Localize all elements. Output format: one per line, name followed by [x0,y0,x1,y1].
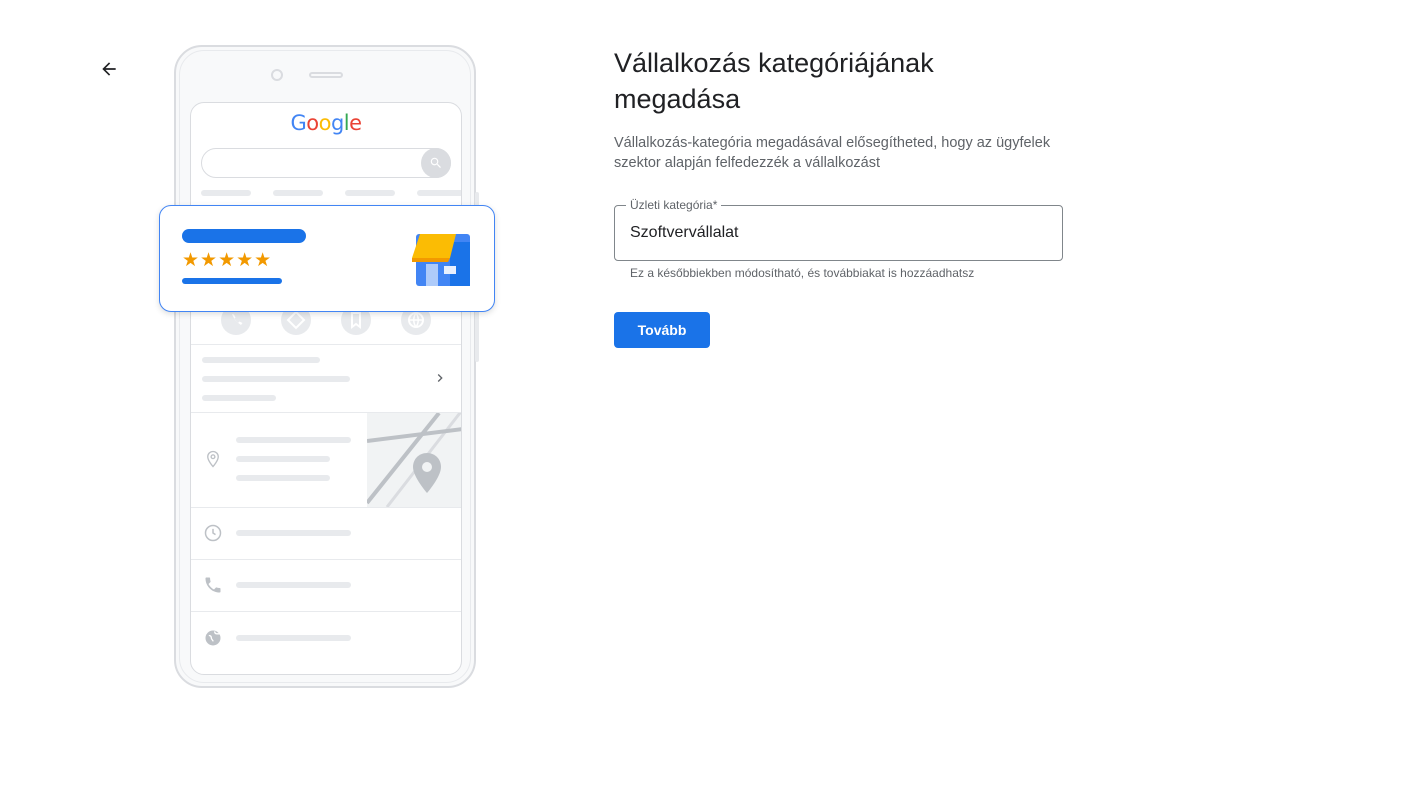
page-title: Vállalkozás kategóriájának megadása [614,48,934,114]
field-helper-text: Ez a későbbiekben módosítható, és tovább… [630,266,975,280]
arrow-back-icon [102,62,116,76]
divider [191,611,461,612]
page-subtitle: Vállalkozás-kategória megadásával előseg… [614,135,1051,171]
divider [191,507,461,508]
location-pin-icon [207,450,219,468]
clock-icon [204,524,222,542]
phone-icon [205,577,221,593]
next-button[interactable]: Tovább [614,312,710,348]
back-button[interactable] [96,56,122,82]
placeholder-line [202,395,276,401]
phone-screen: Google [190,102,462,675]
divider [191,344,461,345]
logo-letter: o [306,111,319,135]
placeholder-line [236,475,330,481]
card-title-bar [182,229,306,243]
logo-letter: G [290,111,307,135]
globe-icon [205,630,221,646]
placeholder-line [236,582,351,588]
business-category-field[interactable]: Üzleti kategória* [614,198,1063,261]
placeholder-line [236,437,351,443]
business-card-illustration: ★★★★★ [159,205,495,312]
logo-letter: o [318,111,332,135]
mock-tabs-row [201,190,461,196]
placeholder-line [236,530,351,536]
placeholder-line [236,635,351,641]
phone-camera [271,69,283,81]
google-logo: Google [191,111,461,135]
placeholder-line [236,456,330,462]
chevron-right-icon [437,374,443,382]
phone-speaker [309,72,343,78]
placeholder-line [202,376,350,382]
search-icon [430,157,441,168]
logo-letter: e [349,111,362,135]
card-subtitle-bar [182,278,282,284]
map-pin-icon [413,453,441,493]
placeholder-line [202,357,320,363]
star-rating: ★★★★★ [182,249,273,271]
business-category-label: Üzleti kategória* [626,198,722,212]
phone-illustration: Google [174,45,479,688]
mini-map [367,413,461,507]
divider [191,559,461,560]
mock-search-button [421,148,451,178]
mock-search-bar [201,148,451,178]
logo-letter: g [330,111,344,135]
storefront-icon [412,234,470,286]
business-category-input[interactable] [630,222,1050,244]
